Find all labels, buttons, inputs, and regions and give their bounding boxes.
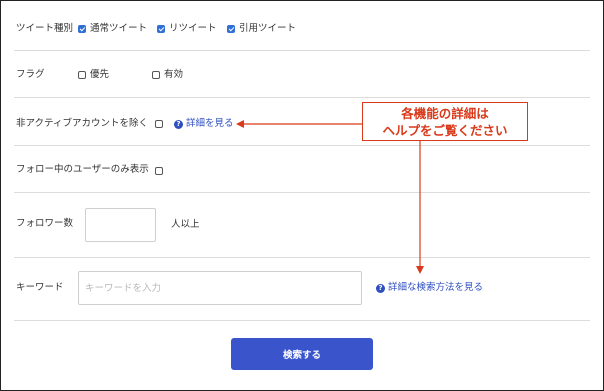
callout-line-1: 各機能の詳細は: [401, 106, 489, 121]
flag-label: フラグ: [16, 69, 45, 80]
callout-line-2: ヘルプをご覧ください: [382, 123, 508, 138]
help-callout: 各機能の詳細は ヘルプをご覧ください: [362, 102, 528, 141]
details-link[interactable]: ? 詳細を見る: [174, 118, 234, 130]
priority-label: 優先: [90, 69, 110, 80]
details-link-text: 詳細を見る: [186, 118, 234, 129]
checkbox-quote-tweet[interactable]: [227, 25, 235, 33]
divider: [14, 145, 590, 146]
search-button[interactable]: 検索する: [231, 338, 373, 370]
advanced-search-link[interactable]: ? 詳細な検索方法を見る: [376, 282, 483, 294]
followers-label: フォロワー数: [16, 218, 74, 229]
exclude-inactive-label: 非アクティブアカウントを除く: [16, 118, 148, 129]
help-icon: ?: [174, 119, 183, 129]
divider: [14, 320, 590, 321]
checkbox-following-only[interactable]: [155, 167, 163, 175]
normal-tweet-label: 通常ツイート: [90, 23, 148, 34]
help-icon: ?: [376, 283, 385, 293]
checkbox-retweet[interactable]: [157, 25, 165, 33]
advanced-search-link-text: 詳細な検索方法を見る: [388, 282, 484, 293]
checkbox-exclude-inactive[interactable]: [155, 120, 163, 128]
divider: [14, 257, 590, 258]
checkbox-normal-tweet[interactable]: [78, 25, 86, 33]
tweet-type-label: ツイート種別: [16, 23, 74, 34]
checkbox-priority[interactable]: [78, 71, 86, 79]
divider: [14, 97, 590, 98]
quote-tweet-label: 引用ツイート: [239, 23, 297, 34]
followers-count-input[interactable]: [85, 208, 156, 242]
keyword-label: キーワード: [16, 282, 64, 293]
retweet-label: リツイート: [169, 23, 217, 34]
following-only-label: フォロー中のユーザーのみ表示: [16, 164, 149, 175]
divider: [14, 192, 590, 193]
keyword-input[interactable]: [78, 271, 362, 305]
divider: [14, 50, 590, 51]
followers-suffix: 人以上: [171, 219, 200, 230]
checkbox-enabled[interactable]: [152, 71, 160, 79]
enabled-label: 有効: [164, 69, 184, 80]
form-frame: [0, 0, 604, 391]
